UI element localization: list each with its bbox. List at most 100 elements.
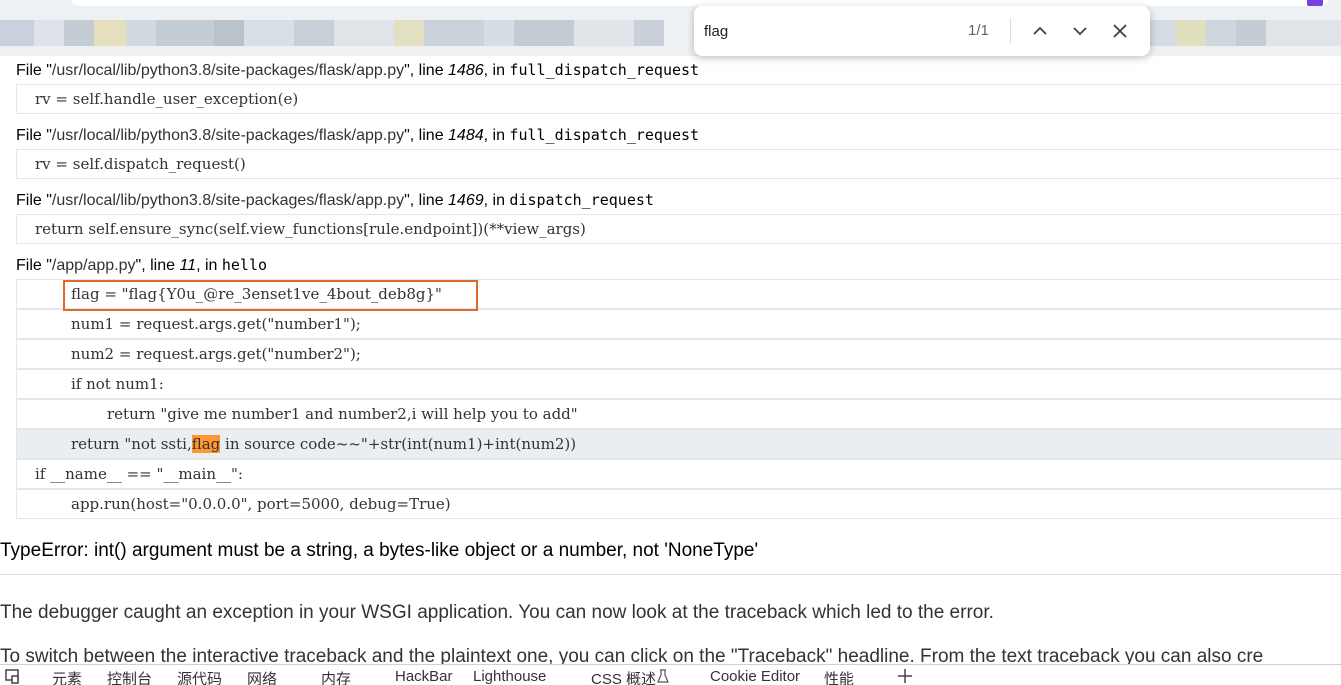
blurred-block	[394, 20, 424, 46]
code-text: return "give me number1 and number2,i wi…	[107, 405, 578, 423]
blurred-block	[1150, 20, 1176, 46]
blurred-block	[574, 20, 634, 46]
find-next-button[interactable]	[1067, 18, 1093, 44]
frame-line-number: 11	[179, 257, 197, 274]
devtools-tab-console[interactable]: 控制台	[107, 668, 152, 685]
close-icon	[1113, 24, 1127, 38]
blurred-block	[424, 20, 484, 46]
blurred-block	[484, 20, 514, 46]
code-text: if not num1:	[71, 375, 164, 393]
blurred-block	[0, 20, 34, 46]
frame-header[interactable]: File "/usr/local/lib/python3.8/site-pack…	[16, 61, 699, 80]
devtools-tab-sources[interactable]: 源代码	[177, 668, 222, 685]
code-segment: return "not ssti,	[71, 435, 192, 453]
code-text: return self.ensure_sync(self.view_functi…	[35, 220, 586, 238]
blurred-block	[94, 20, 126, 46]
frame-line-number: 1469	[448, 192, 484, 209]
source-line[interactable]: num2 = request.args.get("number2");	[16, 339, 1341, 369]
chevron-up-icon	[1033, 26, 1047, 35]
blurred-block	[1266, 20, 1341, 46]
devtools-tab-elements[interactable]: 元素	[52, 668, 82, 685]
find-input[interactable]	[704, 20, 944, 42]
extension-icon[interactable]	[1307, 0, 1323, 6]
frame-filename: /usr/local/lib/python3.8/site-packages/f…	[51, 127, 405, 144]
frame-line-word: ", line	[404, 192, 449, 209]
devtools-tab-performance[interactable]: 性能	[824, 668, 854, 685]
find-close-button[interactable]	[1107, 18, 1133, 44]
devtools-tab-css-overview[interactable]: CSS 概述	[591, 668, 656, 685]
find-separator	[1010, 18, 1011, 44]
code-segment: in source code~~"+str(int(num1)+int(num2…	[220, 435, 577, 453]
frame-file-prefix: File "	[16, 257, 52, 274]
blurred-block	[634, 20, 664, 46]
add-tab-icon[interactable]	[896, 667, 914, 685]
code-text: rv = self.dispatch_request()	[35, 155, 246, 173]
frame-line-word: ", line	[404, 127, 449, 144]
devtools-tab-bar: 元素 控制台 源代码 网络 内存 HackBar Lighthouse CSS …	[0, 664, 1341, 685]
experiment-flask-icon	[657, 669, 669, 683]
find-match-highlight: flag	[191, 435, 221, 453]
frame-header[interactable]: File "/usr/local/lib/python3.8/site-pack…	[16, 126, 699, 145]
devtools-tab-cookie-editor[interactable]: Cookie Editor	[710, 668, 800, 685]
source-line[interactable]: app.run(host="0.0.0.0", port=5000, debug…	[16, 489, 1341, 519]
blurred-block	[514, 20, 574, 46]
frame-function: full_dispatch_request	[509, 126, 700, 144]
frame-line-word: ", line	[135, 257, 180, 274]
frame-function: dispatch_request	[509, 191, 654, 209]
frame-in-word: , in	[483, 192, 510, 209]
blurred-block	[156, 20, 214, 46]
code-text: return "not ssti,flag in source code~~"+…	[71, 430, 576, 458]
code-text: rv = self.handle_user_exception(e)	[35, 90, 299, 108]
devtools-tab-lighthouse[interactable]: Lighthouse	[473, 668, 546, 685]
blurred-block	[334, 20, 394, 46]
frame-line-number: 1484	[448, 127, 484, 144]
frame-in-word: , in	[483, 127, 510, 144]
source-line[interactable]: if not num1:	[16, 369, 1341, 399]
code-text: num1 = request.args.get("number1");	[71, 315, 361, 333]
find-match-count: 1/1	[968, 22, 989, 39]
chevron-down-icon	[1073, 27, 1087, 36]
blurred-block	[214, 20, 244, 46]
devtools-tab-memory[interactable]: 内存	[321, 668, 351, 685]
frame-filename: /usr/local/lib/python3.8/site-packages/f…	[51, 62, 405, 79]
devtools-tab-network[interactable]: 网络	[247, 668, 277, 685]
divider	[0, 574, 1341, 575]
frame-in-word: , in	[483, 62, 510, 79]
code-line[interactable]: return self.ensure_sync(self.view_functi…	[16, 214, 1341, 244]
frame-file-prefix: File "	[16, 192, 52, 209]
blurred-block	[1236, 20, 1266, 46]
error-message: TypeError: int() argument must be a stri…	[0, 540, 759, 561]
code-text: if __name__ == "__main__":	[35, 465, 243, 483]
code-text: num2 = request.args.get("number2");	[71, 345, 361, 363]
frame-file-prefix: File "	[16, 127, 52, 144]
frame-function: hello	[221, 256, 268, 274]
code-line[interactable]: rv = self.handle_user_exception(e)	[16, 84, 1341, 114]
code-line[interactable]: rv = self.dispatch_request()	[16, 149, 1341, 179]
frame-filename: /usr/local/lib/python3.8/site-packages/f…	[51, 192, 405, 209]
frame-in-word: , in	[196, 257, 222, 274]
find-bar: 1/1	[694, 6, 1150, 56]
frame-line-number: 1486	[448, 62, 484, 79]
frame-function: full_dispatch_request	[509, 61, 700, 79]
flag-highlight-box	[63, 280, 478, 311]
code-text: app.run(host="0.0.0.0", port=5000, debug…	[71, 495, 451, 513]
blurred-block	[1206, 20, 1236, 46]
blurred-block	[244, 20, 294, 46]
source-line[interactable]: if __name__ == "__main__":	[16, 459, 1341, 489]
blurred-block	[34, 20, 64, 46]
source-line[interactable]: return "give me number1 and number2,i wi…	[16, 399, 1341, 429]
find-prev-button[interactable]	[1027, 18, 1053, 44]
frame-header[interactable]: File "/app/app.py", line 11, in hello	[16, 256, 267, 275]
frame-file-prefix: File "	[16, 62, 52, 79]
blurred-block	[294, 20, 334, 46]
devtools-tab-hackbar[interactable]: HackBar	[395, 668, 453, 685]
device-toggle-icon[interactable]	[4, 668, 22, 684]
frame-line-word: ", line	[404, 62, 449, 79]
frame-filename: /app/app.py	[51, 257, 136, 274]
frame-header[interactable]: File "/usr/local/lib/python3.8/site-pack…	[16, 191, 654, 210]
source-line[interactable]: num1 = request.args.get("number1");	[16, 309, 1341, 339]
blurred-block	[64, 20, 94, 46]
explanation-text: The debugger caught an exception in your…	[0, 602, 994, 623]
blurred-block	[1176, 20, 1206, 46]
current-source-line[interactable]: return "not ssti,flag in source code~~"+…	[16, 429, 1341, 459]
